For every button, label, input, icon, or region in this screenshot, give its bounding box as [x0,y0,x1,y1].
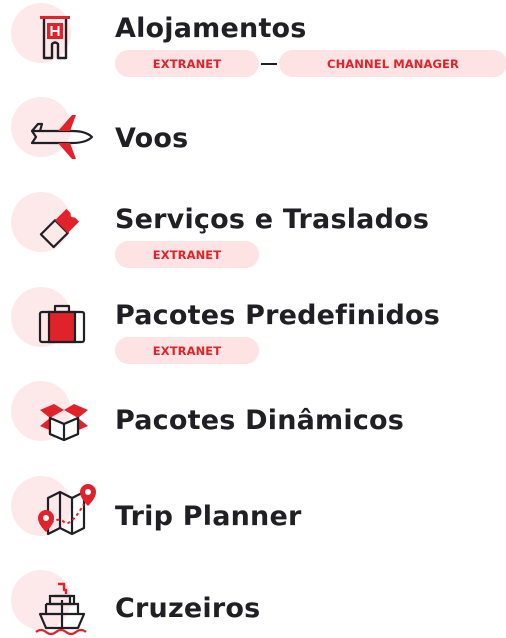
product-title: Alojamentos [115,13,307,44]
product-title: Pacotes Dinâmicos [115,405,405,436]
extranet-badge[interactable]: EXTRANET [115,50,259,77]
suitcase-icon [36,300,88,348]
map-route-icon [34,484,96,538]
product-title: Trip Planner [115,501,302,532]
product-title: Cruzeiros [115,593,261,624]
badge-group: EXTRANET [115,337,259,364]
badge-separator [261,62,277,65]
open-box-icon [36,396,92,446]
hotel-icon [30,14,92,68]
ticket-icon [32,200,88,256]
badge-group: EXTRANET CHANNEL MANAGER [115,50,506,77]
badge-group: EXTRANET [115,241,259,268]
extranet-badge[interactable]: EXTRANET [115,337,259,364]
channel-manager-badge[interactable]: CHANNEL MANAGER [279,50,506,77]
ship-icon [34,580,90,636]
product-title: Pacotes Predefinidos [115,300,441,331]
product-title: Serviços e Traslados [115,204,430,235]
extranet-badge[interactable]: EXTRANET [115,241,259,268]
airplane-icon [28,111,94,163]
product-title: Voos [115,123,189,154]
